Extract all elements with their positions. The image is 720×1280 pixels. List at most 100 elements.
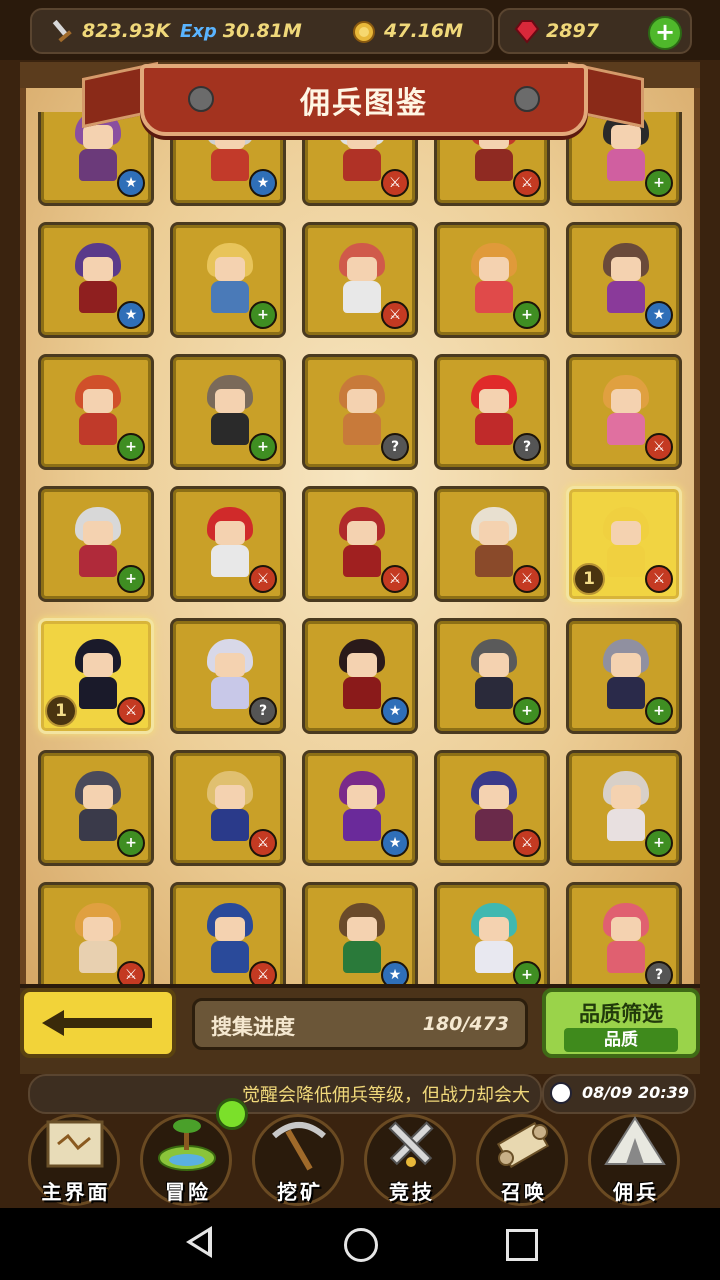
system-home-icon[interactable] [344, 1228, 378, 1262]
mercenary-card[interactable]: ★ [302, 750, 418, 866]
portrait-body [475, 677, 513, 709]
arrow-left-icon [42, 1010, 152, 1036]
mercenary-card[interactable]: ⚔ [302, 486, 418, 602]
filter-title: 品质筛选 [579, 1002, 663, 1026]
nav-label: 主界面 [41, 1180, 111, 1204]
portrait-body [343, 413, 381, 445]
mercenary-card[interactable]: + [434, 222, 550, 338]
atk-class-icon: ⚔ [645, 565, 673, 593]
portrait-body [79, 809, 117, 841]
plus-class-icon: + [513, 697, 541, 725]
mercenary-portrait [333, 375, 391, 447]
nav-mining[interactable]: 挖矿 [244, 1106, 356, 1206]
mercenary-card[interactable]: ? [434, 354, 550, 470]
mercenary-card[interactable]: ? [302, 354, 418, 470]
nav-main-menu[interactable]: 主界面 [20, 1106, 132, 1206]
portrait-body [343, 941, 381, 973]
mercenary-portrait [201, 375, 259, 447]
atk-class-icon: ⚔ [645, 433, 673, 461]
mercenary-card[interactable]: + [170, 354, 286, 470]
mercenary-card[interactable]: ★ [38, 112, 154, 206]
mercenary-card[interactable]: ⚔ [434, 750, 550, 866]
portrait-face [347, 917, 377, 941]
portrait-body [607, 281, 645, 313]
mercenary-card[interactable]: ⚔ [170, 750, 286, 866]
portrait-body [211, 545, 249, 577]
portrait-face [611, 653, 641, 677]
plus-class-icon: + [645, 829, 673, 857]
portrait-body [79, 413, 117, 445]
gold-resource: 47.16M [350, 10, 463, 52]
mercenary-card[interactable]: ★ [38, 222, 154, 338]
plus-class-icon: + [117, 433, 145, 461]
mercenary-card[interactable]: ★ [566, 222, 682, 338]
mercenary-card[interactable]: + [38, 750, 154, 866]
nav-summon[interactable]: 召唤 [468, 1106, 580, 1206]
page-title: 佣兵图鉴 [300, 86, 428, 121]
portrait-body [343, 281, 381, 313]
star-class-icon: ★ [381, 697, 409, 725]
star-class-icon: ★ [249, 169, 277, 197]
mercenary-card[interactable]: + [566, 618, 682, 734]
mercenary-card[interactable]: ⚔ [302, 222, 418, 338]
mercenary-card[interactable]: ⚔ [170, 882, 286, 984]
portrait-face [479, 257, 509, 281]
mercenary-card[interactable]: ★ [302, 882, 418, 984]
portrait-face [611, 257, 641, 281]
back-button[interactable] [20, 988, 176, 1058]
mercenary-portrait [465, 639, 523, 711]
mercenary-card[interactable]: + [170, 222, 286, 338]
portrait-face [347, 257, 377, 281]
island-icon [158, 1119, 216, 1171]
mercenary-card[interactable]: + [434, 618, 550, 734]
system-recents-icon[interactable] [506, 1229, 538, 1261]
resource-panel: 823.93K Exp 30.81M 47.16M [30, 8, 494, 54]
mercenary-portrait [597, 243, 655, 315]
nav-arena[interactable]: 竞技 [356, 1106, 468, 1206]
nav-label: 挖矿 [277, 1180, 323, 1204]
portrait-face [215, 257, 245, 281]
portrait-face [347, 389, 377, 413]
gem-panel: 2897 + [498, 8, 692, 54]
atk-class-icon: ⚔ [117, 697, 145, 725]
mercenary-portrait [69, 903, 127, 975]
atk-class-icon: ⚔ [249, 961, 277, 984]
atk-class-icon: ⚔ [117, 961, 145, 984]
mercenary-card[interactable]: + [566, 112, 682, 206]
portrait-body [343, 545, 381, 577]
portrait-body [79, 281, 117, 313]
portrait-face [215, 917, 245, 941]
mercenary-card[interactable]: + [38, 486, 154, 602]
mercenary-portrait [201, 507, 259, 579]
mercenary-card[interactable]: ⚔ 1 [566, 486, 682, 602]
mercenary-card[interactable]: ⚔ [38, 882, 154, 984]
mercenary-card[interactable]: ⚔ [170, 486, 286, 602]
mercenary-card[interactable]: + [434, 882, 550, 984]
mercenary-card[interactable]: ? [170, 618, 286, 734]
mercenary-portrait [201, 243, 259, 315]
mercenary-portrait [597, 771, 655, 843]
atk-class-icon: ⚔ [513, 829, 541, 857]
add-gems-button[interactable]: + [648, 16, 682, 50]
mercenary-portrait [69, 507, 127, 579]
portrait-face [347, 653, 377, 677]
quality-filter-button[interactable]: 品质筛选 品质 [542, 988, 700, 1058]
mercenary-card[interactable]: ⚔ [566, 354, 682, 470]
mercenary-card[interactable]: + [566, 750, 682, 866]
portrait-face [215, 521, 245, 545]
mercenary-portrait [201, 771, 259, 843]
mercenary-card[interactable]: ★ [302, 618, 418, 734]
exp-resource: Exp 30.81M [180, 10, 302, 52]
mercenary-card[interactable]: + [38, 354, 154, 470]
level-badge: 1 [573, 563, 605, 595]
mercenary-card[interactable]: ? [566, 882, 682, 984]
gem-resource: 2897 [512, 10, 599, 52]
portrait-face [83, 917, 113, 941]
nav-mercenary[interactable]: 佣兵 [580, 1106, 692, 1206]
sword-icon [52, 19, 72, 43]
resource-bar: 823.93K Exp 30.81M 47.16M 2897 + [0, 0, 720, 60]
star-class-icon: ★ [645, 301, 673, 329]
mercenary-card[interactable]: ⚔ [434, 486, 550, 602]
mercenary-card[interactable]: ⚔ 1 [38, 618, 154, 734]
atk-class-icon: ⚔ [381, 169, 409, 197]
